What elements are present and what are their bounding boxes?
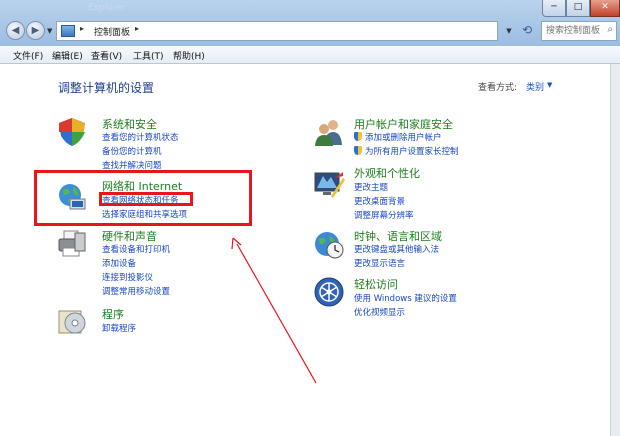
category-user-accounts[interactable]: 用户帐户和家庭安全 <box>354 116 453 132</box>
link-uninstall-program[interactable]: 卸载程序 <box>102 322 136 334</box>
maximize-icon: □ <box>573 2 583 12</box>
chevron-down-icon[interactable]: ▼ <box>547 81 552 89</box>
scrollbar[interactable] <box>610 64 620 436</box>
page-title: 调整计算机的设置 <box>58 81 155 95</box>
menu-edit[interactable]: 编辑(E) <box>52 49 83 62</box>
link-devices-printers[interactable]: 查看设备和打印机 <box>102 243 170 255</box>
link-parental-controls[interactable]: 为所有用户设置家长控制 <box>365 145 459 157</box>
annotation-box-network-status <box>99 192 193 206</box>
link-connect-projector[interactable]: 连接到投影仪 <box>102 271 153 283</box>
link-optimize-visual-display[interactable]: 优化视频显示 <box>354 306 405 318</box>
ease-of-access-icon[interactable] <box>313 276 345 308</box>
minimize-icon: ─ <box>551 2 557 12</box>
category-system-security[interactable]: 系统和安全 <box>102 116 157 132</box>
address-dropdown-button[interactable]: ▼ <box>502 21 516 41</box>
category-ease-of-access[interactable]: 轻松访问 <box>354 276 398 292</box>
menu-file[interactable]: 文件(F) <box>13 49 43 62</box>
minimize-button[interactable]: ─ <box>542 0 566 17</box>
address-bar[interactable]: ▸ 控制面板 ▸ <box>56 21 498 41</box>
menu-help[interactable]: 帮助(H) <box>173 49 205 62</box>
appearance-monitor-icon[interactable] <box>313 168 345 200</box>
uac-shield-icon <box>354 132 362 141</box>
breadcrumb-control-panel[interactable]: 控制面板 <box>94 25 130 38</box>
content-pane <box>0 64 610 436</box>
category-programs[interactable]: 程序 <box>102 306 124 322</box>
category-clock-language-region[interactable]: 时钟、语言和区域 <box>354 228 442 244</box>
search-input[interactable] <box>546 24 602 38</box>
link-view-computer-status[interactable]: 查看您的计算机状态 <box>102 131 179 143</box>
link-windows-suggested-settings[interactable]: 使用 Windows 建议的设置 <box>354 292 457 304</box>
maximize-button[interactable]: □ <box>566 0 590 17</box>
back-button[interactable]: ◀ <box>6 21 25 40</box>
category-hardware-sound[interactable]: 硬件和声音 <box>102 228 157 244</box>
link-change-display-language[interactable]: 更改显示语言 <box>354 257 405 269</box>
search-icon[interactable]: ⌕ <box>607 24 613 35</box>
view-by-label: 查看方式: <box>478 83 518 93</box>
arrow-left-icon: ◀ <box>11 25 20 36</box>
menu-bar: 文件(F) 编辑(E) 查看(V) 工具(T) 帮助(H) <box>0 46 620 64</box>
link-add-remove-users[interactable]: 添加或删除用户帐户 <box>365 131 442 143</box>
link-backup-computer[interactable]: 备份您的计算机 <box>102 145 162 157</box>
menu-view[interactable]: 查看(V) <box>91 49 122 62</box>
breadcrumb-separator-icon[interactable]: ▸ <box>80 24 84 33</box>
forward-button[interactable]: ▶ <box>26 21 45 40</box>
link-change-input-method[interactable]: 更改键盘或其他输入法 <box>354 243 439 255</box>
printer-icon[interactable] <box>56 228 88 260</box>
close-button[interactable]: ✕ <box>590 0 620 17</box>
security-shield-icon[interactable] <box>56 116 88 148</box>
arrow-right-icon: ▶ <box>31 25 40 36</box>
search-box[interactable]: ⌕ <box>541 21 617 41</box>
link-change-theme[interactable]: 更改主题 <box>354 181 388 193</box>
link-mobility-settings[interactable]: 调整常用移动设置 <box>102 285 170 297</box>
programs-disc-icon[interactable] <box>56 305 88 337</box>
link-add-device[interactable]: 添加设备 <box>102 257 136 269</box>
link-screen-resolution[interactable]: 调整屏幕分辨率 <box>354 209 414 221</box>
close-icon: ✕ <box>601 2 609 12</box>
clock-globe-icon[interactable] <box>313 228 345 260</box>
control-panel-icon <box>61 25 75 37</box>
category-appearance[interactable]: 外观和个性化 <box>354 165 420 181</box>
uac-shield-icon <box>354 146 362 155</box>
users-icon[interactable] <box>313 116 345 148</box>
link-desktop-background[interactable]: 更改桌面背景 <box>354 195 405 207</box>
recent-pages-dropdown[interactable]: ▼ <box>47 27 52 35</box>
refresh-button[interactable]: ⟲ <box>516 21 538 41</box>
menu-tools[interactable]: 工具(T) <box>133 49 164 62</box>
window-title: Explorer <box>88 3 126 13</box>
view-by-dropdown[interactable]: 类别 <box>526 80 544 93</box>
breadcrumb-separator-icon[interactable]: ▸ <box>135 24 139 33</box>
